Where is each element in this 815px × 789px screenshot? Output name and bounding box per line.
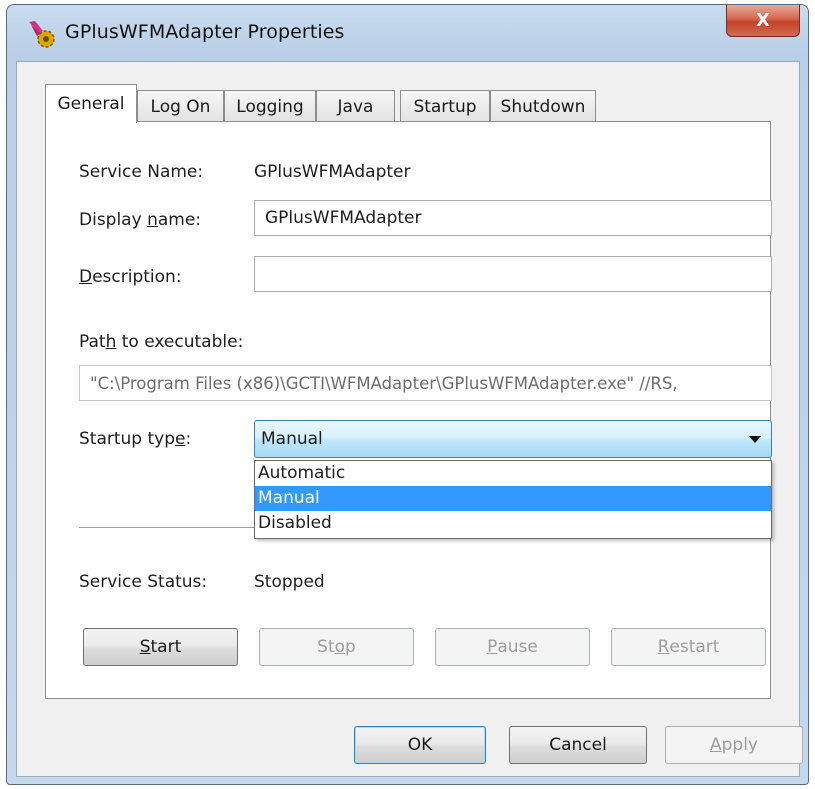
path-to-executable-field[interactable]: "C:\Program Files (x86)\GCTI\WFMAdapter\… <box>79 365 772 401</box>
properties-window: GPlusWFMAdapter Properties X General Log… <box>6 4 809 785</box>
description-label: Description: <box>79 267 182 287</box>
restart-button[interactable]: Restart <box>611 628 766 666</box>
service-status-label: Service Status: <box>79 572 208 592</box>
tab-startup[interactable]: Startup <box>400 90 490 122</box>
service-properties-icon <box>29 21 55 48</box>
startup-type-dropdown-list: Automatic Manual Disabled <box>254 460 772 539</box>
title-bar[interactable]: GPlusWFMAdapter Properties X <box>7 5 808 61</box>
tab-log-on[interactable]: Log On <box>137 90 224 122</box>
dropdown-option-disabled[interactable]: Disabled <box>255 511 771 536</box>
tab-shutdown[interactable]: Shutdown <box>490 90 596 122</box>
general-tab-panel: Service Name: GPlusWFMAdapter Display na… <box>45 121 772 699</box>
chevron-down-icon[interactable] <box>749 436 761 443</box>
window-title: GPlusWFMAdapter Properties <box>65 21 345 43</box>
ok-button[interactable]: OK <box>354 726 486 764</box>
dropdown-option-automatic[interactable]: Automatic <box>255 461 771 486</box>
service-status-value: Stopped <box>254 572 325 592</box>
close-button[interactable]: X <box>726 5 800 37</box>
dropdown-option-manual[interactable]: Manual <box>255 486 771 511</box>
startup-type-combo[interactable]: Manual <box>254 420 772 458</box>
start-button[interactable]: Start <box>83 628 238 666</box>
tab-general[interactable]: General <box>45 84 137 123</box>
path-to-executable-label: Path to executable: <box>79 332 244 352</box>
startup-type-selected-value: Manual <box>261 429 323 449</box>
startup-type-label: Startup type: <box>79 429 192 449</box>
service-name-value: GPlusWFMAdapter <box>254 162 411 182</box>
description-field[interactable] <box>254 256 772 292</box>
tab-logging[interactable]: Logging <box>224 90 316 122</box>
display-name-field[interactable]: GPlusWFMAdapter <box>254 200 772 236</box>
tab-java[interactable]: Java <box>316 90 395 122</box>
dialog-client-area: General Log On Logging Java Startup Shut… <box>16 61 803 777</box>
pause-button[interactable]: Pause <box>435 628 590 666</box>
display-name-label: Display name: <box>79 210 202 230</box>
cancel-button[interactable]: Cancel <box>509 726 647 764</box>
service-name-label: Service Name: <box>79 162 204 182</box>
apply-button[interactable]: Apply <box>665 726 803 764</box>
stop-button[interactable]: St o p <box>259 628 414 666</box>
